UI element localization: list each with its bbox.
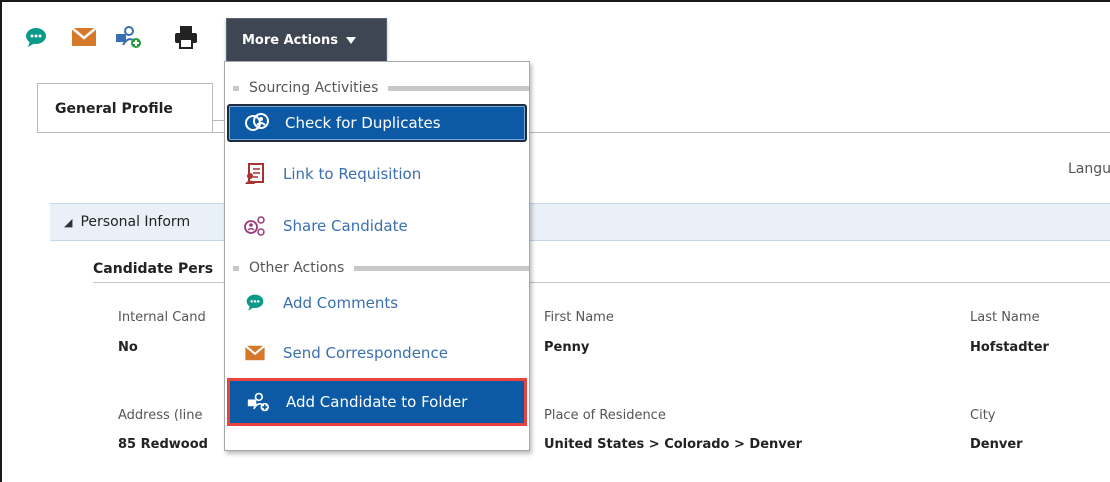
menu-item-label: Share Candidate <box>283 217 408 235</box>
menu-item-link-requisition[interactable]: Link to Requisition <box>227 155 527 193</box>
check-duplicates-icon <box>245 111 269 135</box>
print-icon[interactable] <box>172 23 200 51</box>
personal-information-section-header[interactable]: ◢ Personal Inform <box>50 203 1110 241</box>
menu-item-share-candidate[interactable]: Share Candidate <box>227 207 527 245</box>
menu-item-label: Add Comments <box>283 294 399 312</box>
link-requisition-icon <box>243 162 267 186</box>
mail-icon <box>243 341 267 365</box>
subsection-title: Candidate Pers <box>93 261 214 277</box>
tab-general-profile[interactable]: General Profile <box>37 83 213 133</box>
menu-item-check-duplicates[interactable]: Check for Duplicates <box>227 104 527 142</box>
mail-icon[interactable] <box>70 23 98 51</box>
address-line-value: 85 Redwood <box>118 437 208 452</box>
menu-item-label: Check for Duplicates <box>285 114 441 132</box>
section-title: Personal Inform <box>80 214 191 230</box>
first-name-label: First Name <box>544 310 614 325</box>
more-actions-label: More Actions <box>242 32 338 48</box>
share-candidate-icon <box>243 214 267 238</box>
collapse-triangle-icon[interactable]: ◢ <box>64 216 72 229</box>
more-actions-dropdown: Sourcing Activities Check for Duplicates… <box>224 61 530 451</box>
add-to-folder-icon[interactable] <box>114 23 142 51</box>
tab-divider <box>37 132 1110 133</box>
language-label: Langu <box>1068 161 1110 177</box>
internal-candidate-value: No <box>118 340 138 355</box>
place-of-residence-label: Place of Residence <box>544 408 666 423</box>
last-name-label: Last Name <box>970 310 1040 325</box>
city-value: Denver <box>970 437 1023 452</box>
place-of-residence-value: United States > Colorado > Denver <box>544 437 802 452</box>
city-label: City <box>970 408 996 423</box>
last-name-value: Hofstadter <box>970 340 1049 355</box>
add-to-folder-icon <box>246 390 270 414</box>
menu-item-label: Add Candidate to Folder <box>286 393 468 411</box>
menu-item-send-correspondence[interactable]: Send Correspondence <box>227 334 527 372</box>
comment-icon[interactable] <box>22 23 50 51</box>
group-label-other-actions: Other Actions <box>233 260 529 276</box>
comment-icon <box>243 291 267 315</box>
address-line-label: Address (line <box>118 408 203 423</box>
menu-item-add-candidate-to-folder[interactable]: Add Candidate to Folder <box>227 378 527 426</box>
internal-candidate-label: Internal Cand <box>118 310 206 325</box>
group-label-sourcing: Sourcing Activities <box>233 80 529 96</box>
menu-item-add-comments[interactable]: Add Comments <box>227 284 527 322</box>
tab-label: General Profile <box>55 100 173 117</box>
menu-item-label: Send Correspondence <box>283 344 448 362</box>
more-actions-button[interactable]: More Actions <box>226 18 387 62</box>
caret-down-icon <box>345 36 356 44</box>
menu-item-label: Link to Requisition <box>283 165 422 183</box>
first-name-value: Penny <box>544 340 590 355</box>
